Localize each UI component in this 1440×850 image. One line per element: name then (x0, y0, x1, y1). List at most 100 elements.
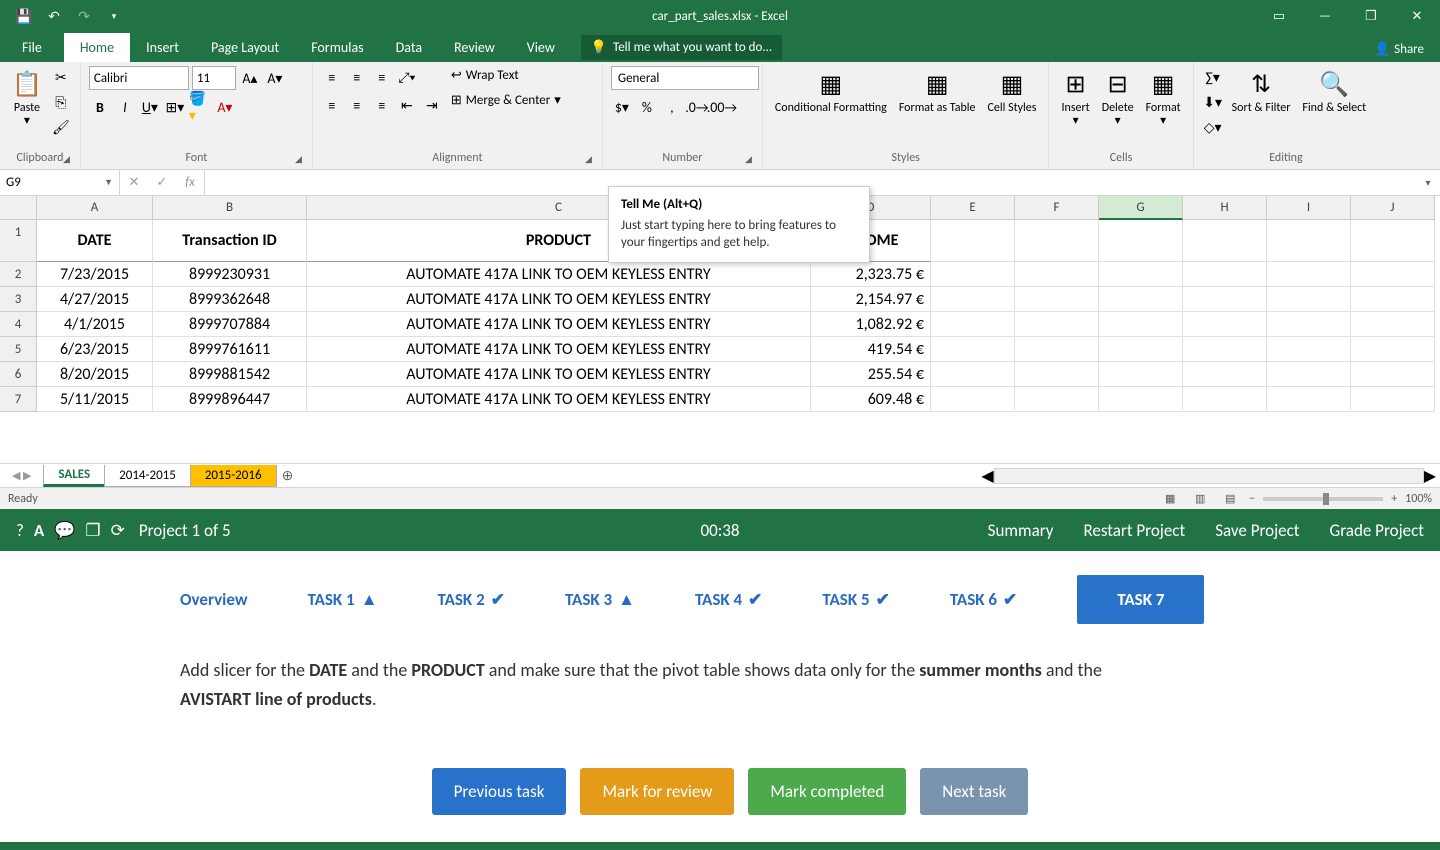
cut-icon[interactable]: ✂ (50, 66, 72, 88)
fill-icon[interactable]: ⬇▾ (1202, 91, 1224, 113)
copy-icon[interactable]: ⎘ (50, 91, 72, 113)
cell[interactable]: AUTOMATE 417A LINK TO OEM KEYLESS ENTRY (307, 287, 811, 312)
increase-decimal-icon[interactable]: .0→ (686, 96, 708, 118)
align-middle-icon[interactable]: ≡ (346, 66, 368, 88)
cell[interactable]: 1,082.92 € (811, 312, 931, 337)
dialog-launcher-icon[interactable]: ◢ (295, 154, 302, 165)
maximize-icon[interactable]: ❐ (1348, 0, 1394, 32)
cell[interactable]: 8999761611 (153, 337, 307, 362)
align-left-icon[interactable]: ≡ (321, 94, 343, 116)
col-header[interactable]: B (153, 196, 307, 220)
grade-project-link[interactable]: Grade Project (1330, 520, 1425, 541)
sheet-tab-sales[interactable]: SALES (43, 465, 105, 487)
row-header[interactable]: 6 (0, 362, 37, 387)
tab-review[interactable]: Review (438, 33, 511, 62)
cell[interactable]: AUTOMATE 417A LINK TO OEM KEYLESS ENTRY (307, 387, 811, 412)
cell[interactable]: 609.48 € (811, 387, 931, 412)
cell[interactable]: 8/20/2015 (37, 362, 153, 387)
font-name-select[interactable] (89, 66, 189, 90)
currency-icon[interactable]: $▾ (611, 96, 633, 118)
col-header[interactable]: G (1099, 196, 1183, 220)
align-right-icon[interactable]: ≡ (371, 94, 393, 116)
tab-task-2[interactable]: TASK 2✔ (438, 589, 505, 610)
horizontal-scrollbar[interactable]: ◀▶ (981, 467, 1440, 485)
orientation-icon[interactable]: ⤢▾ (396, 66, 418, 88)
clear-icon[interactable]: ◇▾ (1202, 116, 1224, 138)
tab-data[interactable]: Data (380, 33, 438, 62)
help-icon[interactable]: ? (16, 520, 24, 541)
cell[interactable]: AUTOMATE 417A LINK TO OEM KEYLESS ENTRY (307, 362, 811, 387)
refresh-icon[interactable]: ⟳ (111, 520, 125, 541)
tab-file[interactable]: File (0, 33, 64, 62)
cell[interactable]: 6/23/2015 (37, 337, 153, 362)
tab-task-4[interactable]: TASK 4✔ (695, 589, 762, 610)
number-format-select[interactable] (611, 66, 759, 90)
tab-task-7[interactable]: TASK 7 (1077, 575, 1204, 624)
format-painter-icon[interactable]: 🖌 (50, 116, 72, 138)
restart-project-link[interactable]: Restart Project (1083, 520, 1185, 541)
cell[interactable]: 8999881542 (153, 362, 307, 387)
increase-indent-icon[interactable]: ⇥ (421, 94, 443, 116)
redo-icon[interactable]: ↷ (72, 4, 96, 28)
sort-filter-button[interactable]: ⇅Sort & Filter (1228, 66, 1295, 117)
row-header[interactable]: 3 (0, 287, 37, 312)
col-header[interactable]: J (1351, 196, 1435, 220)
sheet-tab-2015-2016[interactable]: 2015-2016 (190, 465, 277, 487)
select-all-corner[interactable] (0, 196, 37, 220)
cell[interactable]: 8999230931 (153, 262, 307, 287)
zoom-in-icon[interactable]: + (1391, 492, 1397, 506)
fill-color-button[interactable]: 🪣▾ (189, 96, 211, 118)
percent-icon[interactable]: % (636, 96, 658, 118)
zoom-level[interactable]: 100% (1405, 492, 1432, 506)
text-icon[interactable]: A (34, 520, 44, 541)
align-center-icon[interactable]: ≡ (346, 94, 368, 116)
add-sheet-button[interactable]: ⊕ (276, 467, 300, 484)
cell[interactable]: 4/27/2015 (37, 287, 153, 312)
tell-me-box[interactable]: 💡 Tell me what you want to do... (581, 35, 782, 60)
row-header[interactable]: 7 (0, 387, 37, 412)
paste-button[interactable]: 📋 Paste▾ (8, 66, 46, 130)
decrease-font-icon[interactable]: A▾ (264, 67, 286, 89)
cell-styles-button[interactable]: ▦Cell Styles (984, 66, 1041, 117)
cell[interactable]: AUTOMATE 417A LINK TO OEM KEYLESS ENTRY (307, 262, 811, 287)
cell[interactable]: 2,154.97 € (811, 287, 931, 312)
cell[interactable]: 2,323.75 € (811, 262, 931, 287)
cell[interactable]: DATE (37, 220, 153, 262)
italic-button[interactable]: I (114, 96, 136, 118)
save-icon[interactable]: 💾 (12, 4, 36, 28)
fx-icon[interactable]: fx (176, 170, 204, 196)
chat-icon[interactable]: 💬 (54, 520, 75, 541)
share-button[interactable]: 👤 Share (1358, 37, 1440, 62)
ribbon-options-icon[interactable]: ▭ (1256, 0, 1302, 32)
borders-button[interactable]: ⊞▾ (164, 96, 186, 118)
font-color-button[interactable]: A▾ (214, 96, 236, 118)
conditional-formatting-button[interactable]: ▦Conditional Formatting (771, 66, 891, 117)
merge-center-button[interactable]: ⊞Merge & Center ▾ (447, 91, 565, 110)
sheet-nav[interactable]: ◀ ▶ (0, 469, 43, 482)
cell[interactable] (931, 220, 1015, 262)
dialog-launcher-icon[interactable]: ◢ (745, 154, 752, 165)
save-project-link[interactable]: Save Project (1215, 520, 1299, 541)
cell[interactable]: 4/1/2015 (37, 312, 153, 337)
align-top-icon[interactable]: ≡ (321, 66, 343, 88)
cell[interactable] (1015, 220, 1099, 262)
row-header[interactable]: 4 (0, 312, 37, 337)
close-icon[interactable]: ✕ (1394, 0, 1440, 32)
cell[interactable]: AUTOMATE 417A LINK TO OEM KEYLESS ENTRY (307, 312, 811, 337)
tab-task-1[interactable]: TASK 1▲ (308, 589, 378, 610)
mark-completed-button[interactable]: Mark completed (748, 768, 906, 815)
dialog-launcher-icon[interactable]: ◢ (585, 154, 592, 165)
cell[interactable] (1351, 220, 1435, 262)
expand-formula-bar-icon[interactable]: ▾ (1416, 176, 1440, 189)
col-header[interactable]: H (1183, 196, 1267, 220)
cell[interactable]: AUTOMATE 417A LINK TO OEM KEYLESS ENTRY (307, 337, 811, 362)
cell[interactable]: 255.54 € (811, 362, 931, 387)
col-header[interactable]: F (1015, 196, 1099, 220)
tab-view[interactable]: View (511, 33, 571, 62)
decrease-decimal-icon[interactable]: .00→ (711, 96, 733, 118)
autosum-icon[interactable]: ∑▾ (1202, 66, 1224, 88)
format-as-table-button[interactable]: ▦Format as Table (895, 66, 980, 117)
cell[interactable]: 8999896447 (153, 387, 307, 412)
bold-button[interactable]: B (89, 96, 111, 118)
decrease-indent-icon[interactable]: ⇤ (396, 94, 418, 116)
